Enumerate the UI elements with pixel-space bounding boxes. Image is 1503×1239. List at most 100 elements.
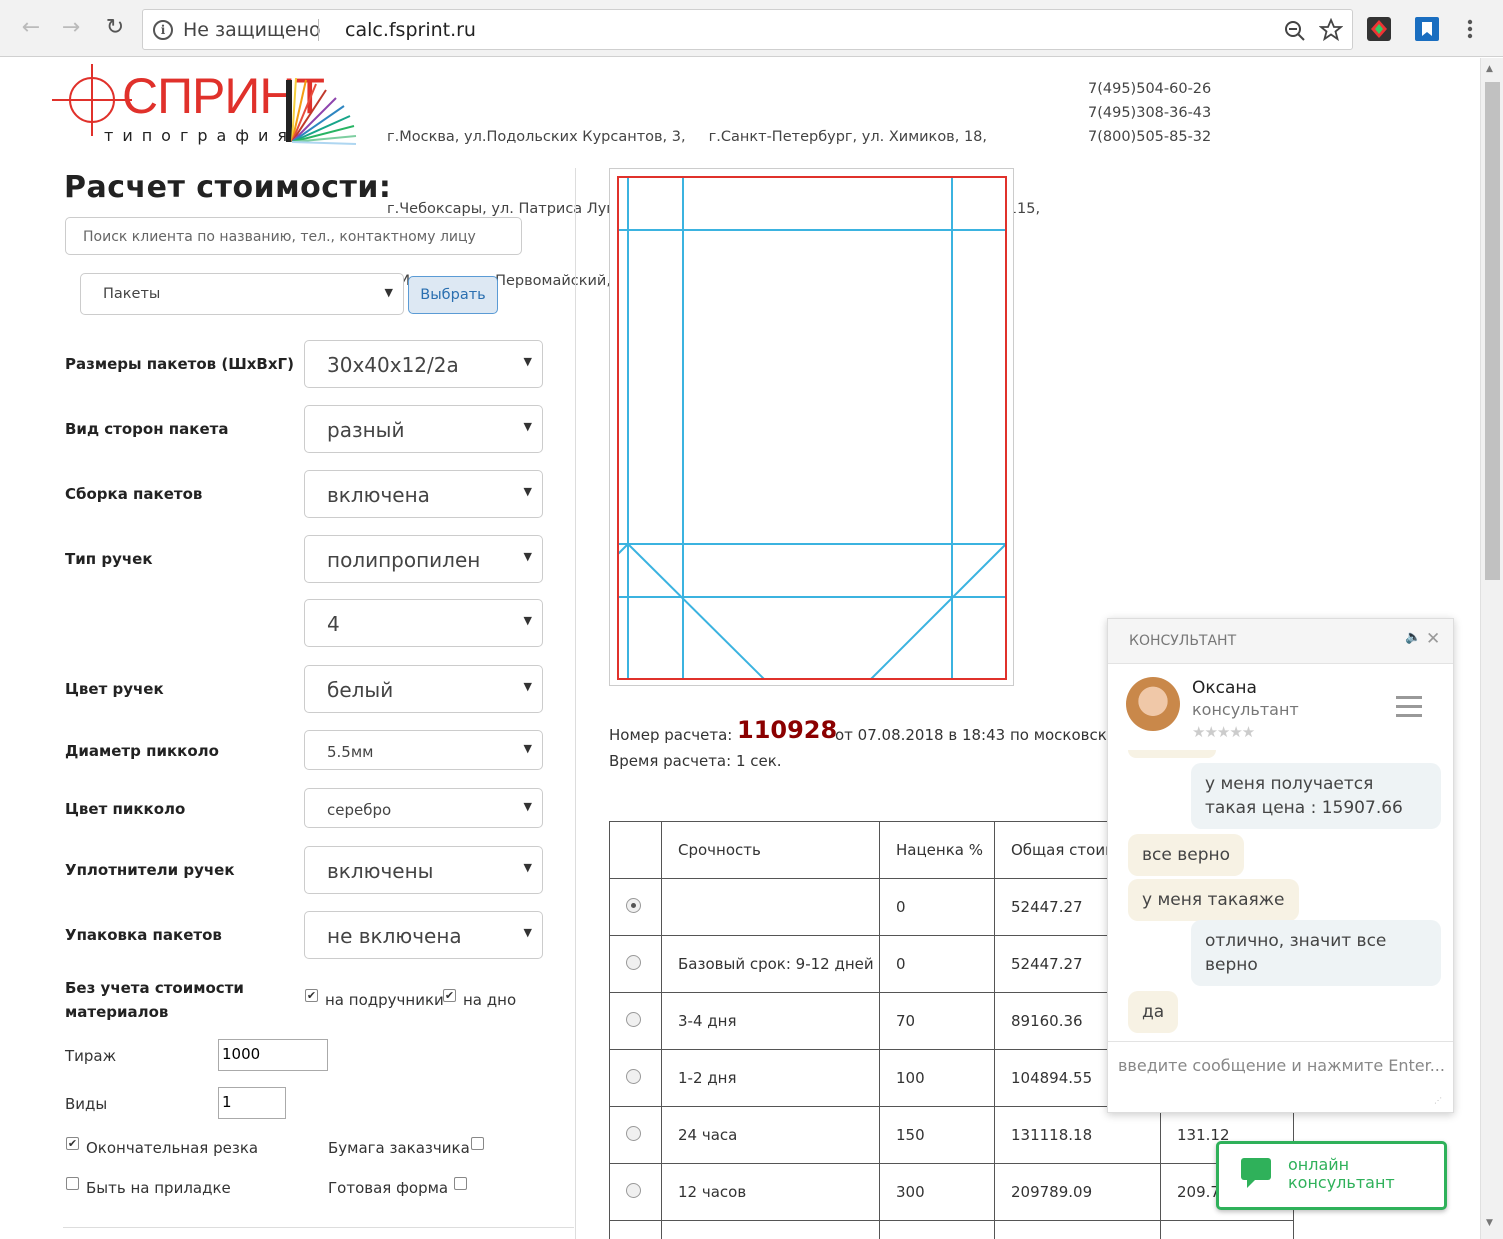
- table-cell: 24 часа: [661, 1106, 880, 1164]
- divider: [63, 1227, 574, 1228]
- piccolo-diameter-select-value: 5.5мм: [327, 743, 374, 761]
- chat-bubble-icon: [1241, 1158, 1271, 1188]
- final-cut-checkbox[interactable]: ✔: [66, 1137, 79, 1150]
- sound-icon[interactable]: 🔈: [1405, 630, 1421, 645]
- hamburger-menu-icon[interactable]: [1396, 696, 1422, 718]
- urgency-radio[interactable]: [626, 1182, 641, 1198]
- sides-select-value: разный: [327, 418, 405, 442]
- table-cell[interactable]: [609, 1106, 662, 1164]
- address-separator: [318, 19, 319, 41]
- phones: 7(495)504-60-26 7(495)308-36-43 7(800)50…: [1088, 77, 1211, 149]
- table-row[interactable]: 24 часа 150 131118.18 131.12: [609, 1106, 1294, 1164]
- message-bubble-operator: да: [1128, 991, 1179, 1033]
- browser-toolbar: ← → ↻ i Не защищено calc.fsprint.ru: [0, 0, 1503, 57]
- extension-icon[interactable]: [1366, 16, 1392, 42]
- chat-message-input[interactable]: введите сообщение и нажмите Enter... ⋰: [1108, 1041, 1453, 1112]
- scrollbar-thumb[interactable]: [1485, 82, 1500, 580]
- table-cell[interactable]: [609, 1163, 662, 1221]
- table-cell[interactable]: [609, 878, 662, 936]
- tirazh-input[interactable]: 1000: [218, 1039, 328, 1071]
- menu-dots-icon[interactable]: [1460, 16, 1480, 42]
- chevron-down-icon: ▼: [523, 485, 532, 498]
- zoom-icon[interactable]: [1283, 19, 1307, 43]
- phone: 7(800)505-85-32: [1088, 129, 1212, 145]
- handle-type-select[interactable]: полипропилен ▼: [304, 535, 543, 583]
- message-bubble-operator: у меня такаяже: [1128, 879, 1299, 921]
- table-cell: [1160, 1220, 1294, 1239]
- online-consultant-button[interactable]: онлайн консультант: [1216, 1141, 1447, 1210]
- table-header-cell: [609, 821, 662, 879]
- url-text[interactable]: calc.fsprint.ru: [345, 19, 476, 41]
- reload-icon[interactable]: ↻: [102, 14, 128, 44]
- field-label-handle-seals: Уплотнители ручек: [65, 861, 235, 879]
- table-cell[interactable]: [609, 1049, 662, 1107]
- scroll-up-icon[interactable]: ▲: [1486, 64, 1493, 74]
- address-bar[interactable]: i Не защищено calc.fsprint.ru: [142, 9, 1353, 50]
- size-select[interactable]: 30x40x12/2а ▼: [304, 340, 543, 388]
- assembly-select[interactable]: включена ▼: [304, 470, 543, 518]
- scroll-down-icon[interactable]: ▼: [1486, 1218, 1493, 1228]
- urgency-radio[interactable]: [626, 1011, 641, 1027]
- close-icon[interactable]: ✕: [1426, 629, 1440, 649]
- page-scrollbar[interactable]: ▲ ▼: [1480, 58, 1503, 1239]
- message-bubble-cut: [1128, 750, 1216, 758]
- on-bottom-checkbox[interactable]: ✔: [443, 989, 456, 1002]
- piccolo-color-select[interactable]: серебро ▼: [304, 788, 543, 828]
- on-handles-label: на подручники: [325, 991, 444, 1009]
- product-select[interactable]: Пакеты ▼: [80, 273, 404, 315]
- vidy-input[interactable]: 1: [218, 1087, 286, 1119]
- calc-number: 110928: [737, 716, 838, 744]
- handle-color-select[interactable]: белый ▼: [304, 665, 543, 713]
- urgency-radio[interactable]: [626, 954, 641, 970]
- message-bubble-me: отлично, значит все верно: [1191, 920, 1441, 986]
- urgency-radio[interactable]: [626, 1125, 641, 1141]
- field-label-handle-type: Тип ручек: [65, 550, 153, 568]
- handle-size-select[interactable]: 4 ▼: [304, 599, 543, 647]
- agent-role: консультант: [1192, 700, 1299, 719]
- field-label-packing: Упаковка пакетов: [65, 926, 222, 944]
- table-cell[interactable]: [609, 935, 662, 993]
- choose-button[interactable]: Выбрать: [408, 276, 498, 314]
- handle-type-select-value: полипропилен: [327, 548, 481, 572]
- resize-grip-icon[interactable]: ⋰: [1434, 1096, 1442, 1105]
- table-cell[interactable]: [609, 992, 662, 1050]
- message-bubble-me: у меня получается такая цена : 15907.66: [1191, 763, 1441, 829]
- bag-die-line-drawing: [617, 176, 1007, 680]
- info-icon[interactable]: i: [153, 20, 173, 40]
- chevron-down-icon: ▼: [523, 614, 532, 627]
- table-cell: 12 часов: [661, 1163, 880, 1221]
- client-search-placeholder: Поиск клиента по названию, тел., контакт…: [83, 229, 476, 245]
- be-at-setup-checkbox[interactable]: [66, 1177, 79, 1190]
- urgency-radio[interactable]: [626, 1068, 641, 1084]
- table-cell: [609, 1220, 662, 1239]
- handle-seals-select[interactable]: включены ▼: [304, 846, 543, 894]
- bookmark-star-icon[interactable]: [1319, 18, 1343, 42]
- piccolo-diameter-select[interactable]: 5.5мм ▼: [304, 730, 543, 770]
- packing-select[interactable]: не включена ▼: [304, 911, 543, 959]
- logo-subtitle: типография: [104, 126, 297, 145]
- sides-select[interactable]: разный ▼: [304, 405, 543, 453]
- calc-time: Время расчета: 1 сек.: [609, 752, 782, 770]
- back-arrow-icon[interactable]: ←: [18, 14, 44, 44]
- security-label: Не защищено: [183, 19, 321, 41]
- sprint-logo[interactable]: СПРИНТ типография: [52, 64, 362, 154]
- table-row[interactable]: 12 часов 300 209789.09 209.79: [609, 1163, 1294, 1221]
- on-handles-checkbox[interactable]: ✔: [305, 989, 318, 1002]
- client-search-input[interactable]: Поиск клиента по названию, тел., контакт…: [65, 217, 522, 255]
- packing-select-value: не включена: [327, 924, 462, 948]
- table-cell: [661, 1220, 880, 1239]
- urgency-radio[interactable]: [626, 897, 641, 913]
- table-cell: [994, 1220, 1161, 1239]
- table-cell: 100: [879, 1049, 995, 1107]
- customer-paper-checkbox[interactable]: [471, 1137, 484, 1150]
- vidy-label: Виды: [65, 1095, 108, 1113]
- no-materials-label-line2: материалов: [65, 1003, 169, 1021]
- forward-arrow-icon[interactable]: →: [58, 14, 84, 44]
- product-select-value: Пакеты: [103, 286, 161, 302]
- chevron-down-icon: ▼: [523, 926, 532, 939]
- rating-stars-icon[interactable]: ★★★★★: [1192, 723, 1255, 741]
- bookmark-extension-icon[interactable]: [1414, 16, 1440, 42]
- ready-form-checkbox[interactable]: [454, 1177, 467, 1190]
- field-label-handle-color: Цвет ручек: [65, 680, 164, 698]
- on-bottom-label: на дно: [463, 991, 517, 1009]
